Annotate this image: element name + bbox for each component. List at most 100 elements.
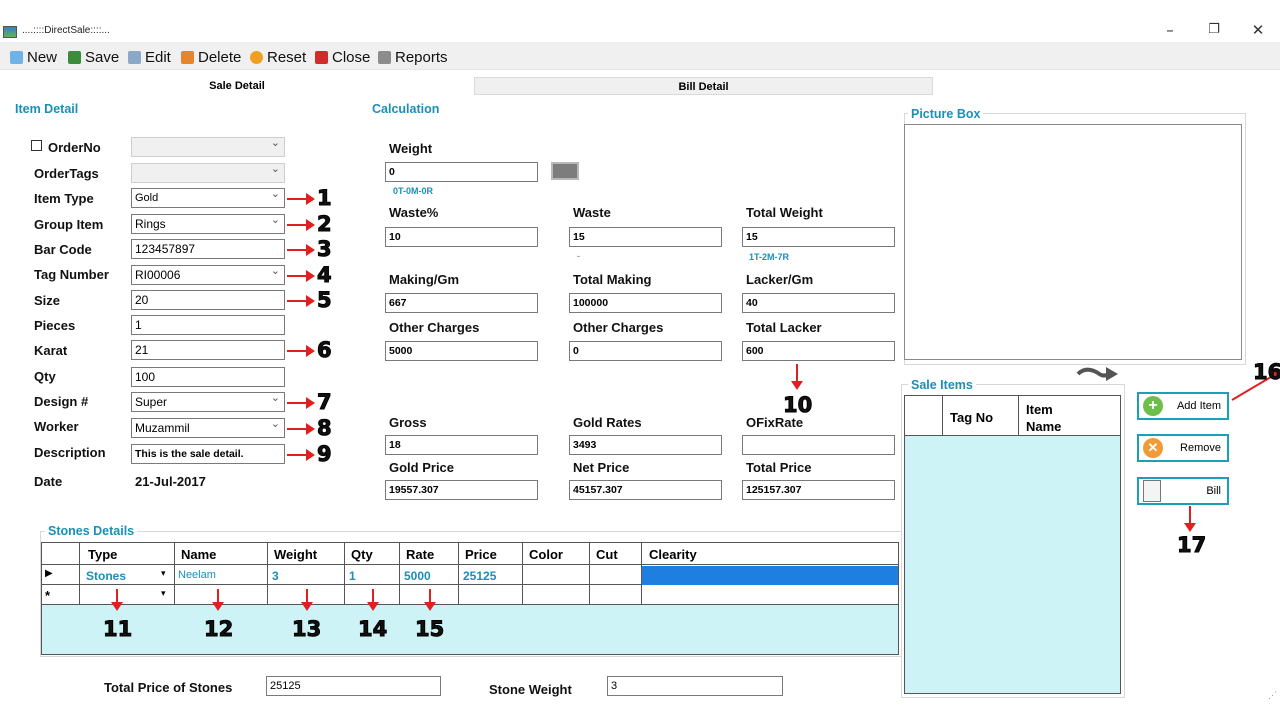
cell-weight[interactable]: 3 — [272, 569, 279, 583]
restore-icon[interactable]: ❐ — [1194, 20, 1234, 40]
qty-input[interactable]: 100 — [131, 367, 285, 387]
annotation-7: 7 — [317, 390, 333, 415]
col-rate[interactable]: Rate — [406, 547, 434, 562]
gross-input[interactable]: 18 — [385, 435, 538, 455]
selected-cell[interactable] — [642, 566, 898, 585]
total-weight-hint: 1T-2M-7R — [749, 252, 790, 262]
remove-button[interactable]: ✕ Remove — [1137, 434, 1229, 462]
pieces-input[interactable]: 1 — [131, 315, 285, 335]
weight-input[interactable]: 0 — [385, 162, 538, 182]
curly-arrow-icon — [1076, 367, 1118, 381]
sale-items-header — [905, 396, 1120, 436]
stones-heading: Stones Details — [45, 524, 138, 538]
waste-pct-input[interactable]: 10 — [385, 227, 538, 247]
item-type-select[interactable]: Gold — [131, 188, 285, 208]
col-divider — [522, 543, 523, 605]
ofix-rate-input[interactable] — [742, 435, 895, 455]
add-item-button[interactable]: + Add Item — [1137, 392, 1229, 420]
minimize-icon[interactable]: – — [1150, 20, 1190, 40]
making-gm-input[interactable]: 667 — [385, 293, 538, 313]
worker-select[interactable]: Muzammil — [131, 418, 285, 438]
waste-input[interactable]: 15 — [569, 227, 722, 247]
window-title: ....::::DirectSale::::... — [22, 25, 110, 36]
order-tags-label: OrderTags — [34, 166, 99, 181]
resize-grip-icon[interactable]: ⋰ — [1268, 690, 1277, 701]
gold-price-input[interactable]: 19557.307 — [385, 480, 538, 500]
close-button[interactable]: Close — [315, 48, 370, 66]
order-tags-select[interactable] — [131, 163, 285, 183]
tag-number-select[interactable]: RI00006 — [131, 265, 285, 285]
net-price-input[interactable]: 45157.307 — [569, 480, 722, 500]
col-divider — [174, 543, 175, 605]
picture-box[interactable] — [904, 124, 1242, 360]
cell-name[interactable]: Neelam — [178, 569, 216, 581]
annotation-arrow-9 — [287, 449, 315, 461]
edit-icon — [128, 50, 141, 64]
total-price-input[interactable]: 125157.307 — [742, 480, 895, 500]
cell-type[interactable]: Stones — [86, 569, 126, 583]
col-tag-no[interactable]: Tag No — [950, 410, 993, 425]
close-window-icon[interactable]: ✕ — [1238, 20, 1278, 40]
col-clearity[interactable]: Clearity — [649, 547, 697, 562]
gold-rates-input[interactable]: 3493 — [569, 435, 722, 455]
col-cut[interactable]: Cut — [596, 547, 618, 562]
total-lacker-input[interactable]: 600 — [742, 341, 895, 361]
design-select[interactable]: Super — [131, 392, 285, 412]
picture-box-heading: Picture Box — [908, 107, 984, 121]
other-charges-input[interactable]: 5000 — [385, 341, 538, 361]
dropdown-arrow-icon[interactable]: ▾ — [161, 568, 166, 579]
weight-capture-button[interactable] — [551, 162, 579, 180]
cell-price[interactable]: 25125 — [463, 569, 496, 583]
size-input[interactable]: 20 — [131, 290, 285, 310]
reports-button[interactable]: Reports — [378, 48, 448, 66]
bill-button[interactable]: Bill — [1137, 477, 1229, 505]
order-no-select[interactable] — [131, 137, 285, 157]
description-input[interactable]: This is the sale detail. — [131, 444, 285, 464]
save-button[interactable]: Save — [68, 48, 119, 66]
col-item-name[interactable]: Item Name — [1026, 401, 1076, 435]
edit-button[interactable]: Edit — [128, 48, 171, 66]
weight-hint: 0T-0M-0R — [393, 186, 434, 196]
col-weight[interactable]: Weight — [274, 547, 317, 562]
total-weight-input[interactable]: 15 — [742, 227, 895, 247]
col-qty[interactable]: Qty — [351, 547, 373, 562]
calculation-heading: Calculation — [372, 102, 440, 116]
order-no-checkbox[interactable] — [31, 140, 42, 151]
total-price-label: Total Price — [746, 460, 812, 475]
delete-button[interactable]: Delete — [181, 48, 241, 66]
col-type[interactable]: Type — [88, 547, 117, 562]
description-label: Description — [34, 445, 106, 460]
col-price[interactable]: Price — [465, 547, 497, 562]
save-icon — [68, 50, 81, 64]
tab-sale-detail[interactable]: Sale Detail — [0, 77, 474, 95]
cell-rate[interactable]: 5000 — [404, 569, 431, 583]
stones-new-row[interactable] — [42, 585, 898, 605]
sale-items-grid[interactable] — [904, 395, 1121, 694]
dropdown-arrow-icon[interactable]: ▾ — [161, 588, 166, 599]
lacker-gm-input[interactable]: 40 — [742, 293, 895, 313]
total-making-input[interactable]: 100000 — [569, 293, 722, 313]
stone-weight-input[interactable]: 3 — [607, 676, 783, 696]
cell-qty[interactable]: 1 — [349, 569, 356, 583]
col-name[interactable]: Name — [181, 547, 216, 562]
total-price-stones-input[interactable]: 25125 — [266, 676, 441, 696]
col-color[interactable]: Color — [529, 547, 563, 562]
bar-code-input[interactable]: 123457897 — [131, 239, 285, 259]
tab-bill-detail[interactable]: Bill Detail — [474, 77, 933, 95]
new-button[interactable]: New — [10, 48, 57, 66]
annotation-6: 6 — [317, 338, 333, 363]
design-label: Design # — [34, 394, 89, 409]
annotation-13: 13 — [291, 617, 322, 642]
gold-rates-label: Gold Rates — [573, 415, 642, 430]
other-charges-2-label: Other Charges — [573, 320, 664, 335]
reset-button[interactable]: Reset — [250, 48, 306, 66]
annotation-17: 17 — [1176, 533, 1207, 558]
other-charges-2-input[interactable]: 0 — [569, 341, 722, 361]
karat-input[interactable]: 21 — [131, 340, 285, 360]
annotation-arrow-14 — [367, 589, 379, 611]
lacker-gm-label: Lacker/Gm — [746, 272, 814, 287]
annotation-arrow-8 — [287, 423, 315, 435]
total-lacker-label: Total Lacker — [746, 320, 822, 335]
annotation-12: 12 — [203, 617, 234, 642]
group-item-select[interactable]: Rings — [131, 214, 285, 234]
